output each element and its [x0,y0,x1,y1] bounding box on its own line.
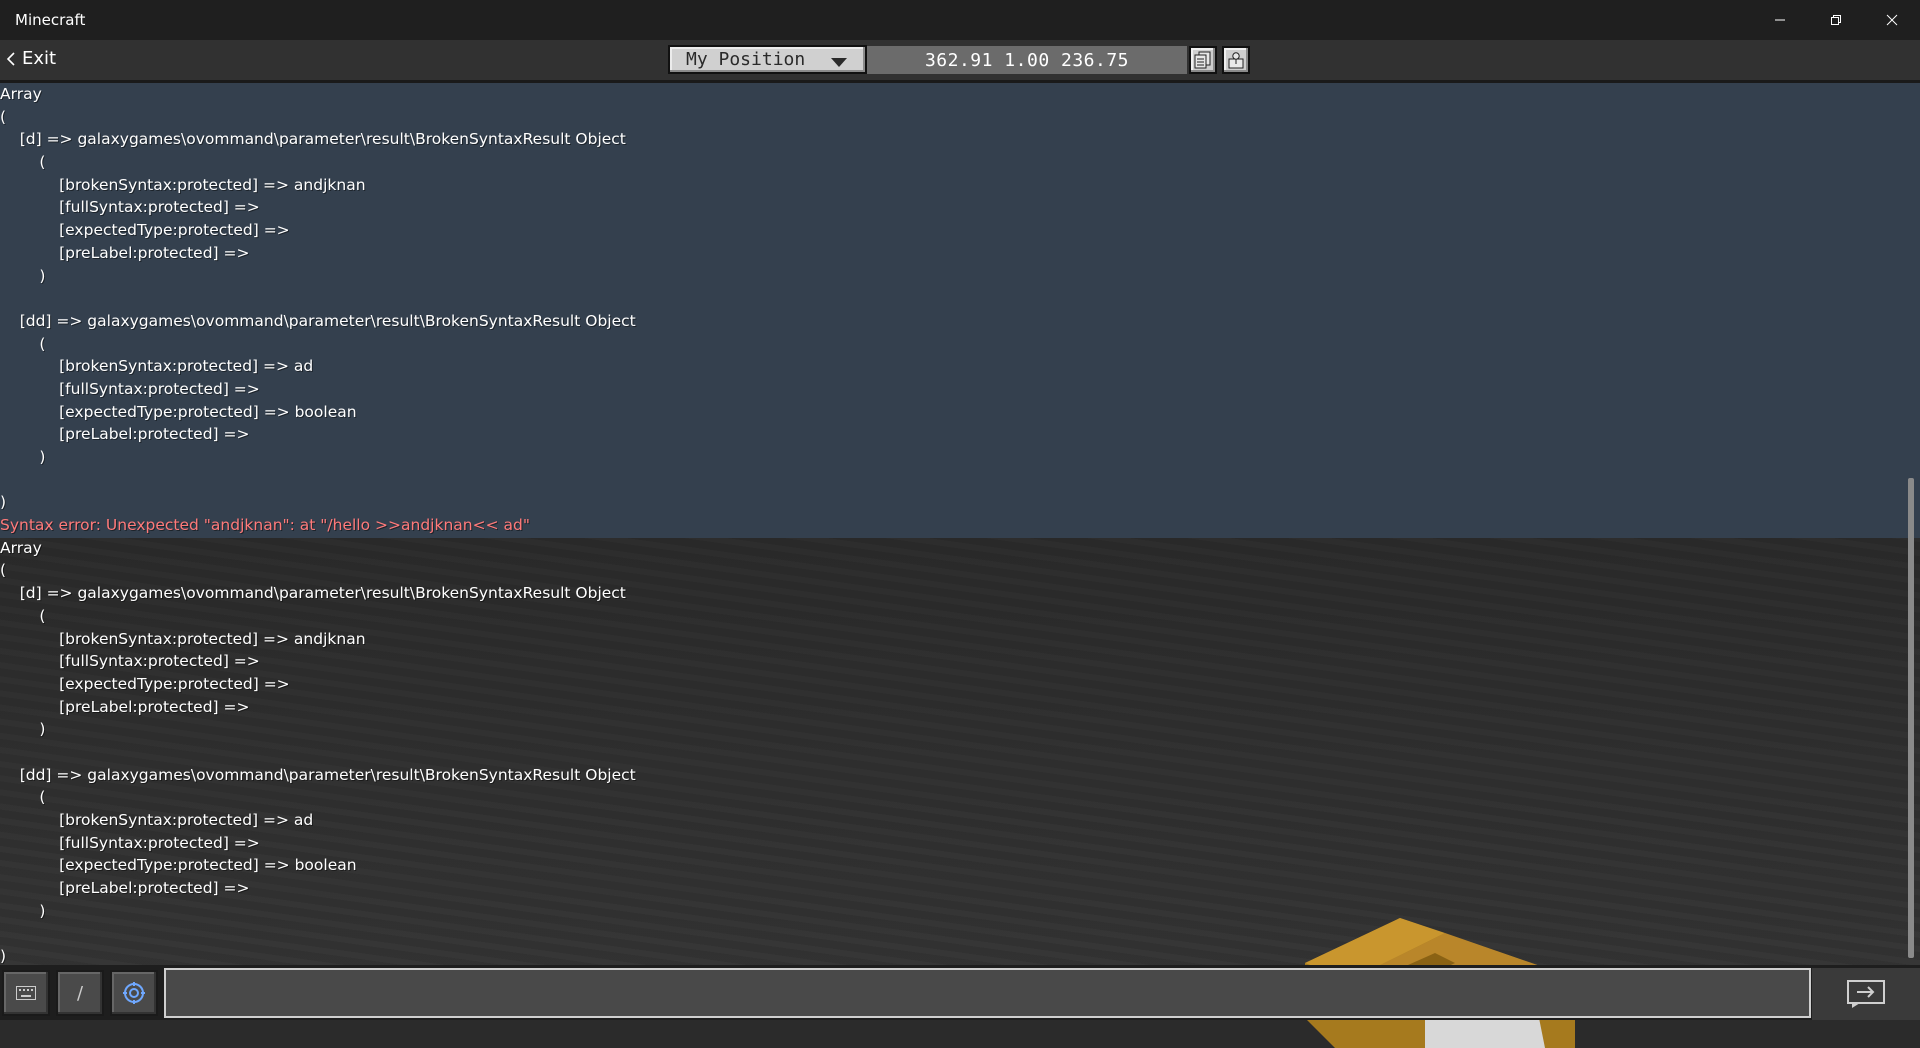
restore-icon [1831,15,1841,25]
chat-line: [brokenSyntax:protected] => andjknan [0,629,366,648]
position-dropdown-label: My Position [686,49,806,70]
chat-line [0,741,1905,764]
send-icon [1847,980,1885,1008]
restore-button[interactable] [1808,0,1864,40]
chat-line: [fullSyntax:protected] => [0,379,260,398]
send-button[interactable] [1812,968,1920,1020]
chat-error-line: Syntax error: Unexpected "andjknan": at … [0,516,530,535]
chat-line: [d] => galaxygames\ovommand\parameter\re… [0,130,626,149]
chat-line: ( [0,788,46,807]
chat-input-bar: / [0,965,1920,1020]
chat-line: [dd] => galaxygames\ovommand\parameter\r… [0,311,636,330]
chat-scrollbar[interactable] [1908,478,1914,958]
keyboard-button[interactable] [2,970,50,1016]
chat-line: ( [0,153,46,172]
minimize-icon [1775,19,1785,21]
close-icon [1886,14,1898,26]
minimize-button[interactable] [1752,0,1808,40]
chat-line: [brokenSyntax:protected] => andjknan [0,175,366,194]
exit-label: Exit [22,48,57,69]
chat-line: ) [0,720,46,739]
slash-label: / [76,982,84,1004]
chat-line: [expectedType:protected] => boolean [0,402,357,421]
chat-line: [fullSyntax:protected] => [0,833,260,852]
chat-line: ( [0,334,46,353]
teleport-icon [1228,52,1244,69]
coordinates-readout: 362.91 1.00 236.75 [867,46,1187,74]
exit-button[interactable]: Exit [6,48,56,69]
chat-line: ) [0,448,46,466]
chat-line: [dd] => galaxygames\ovommand\parameter\r… [0,765,636,784]
teleport-button[interactable] [1222,46,1250,74]
chat-line: [expectedType:protected] => [0,221,290,240]
window-controls [1752,0,1920,40]
chat-line: [preLabel:protected] => [0,697,250,716]
settings-icon [123,982,145,1004]
copy-coordinates-button[interactable] [1189,46,1217,74]
chat-line: [brokenSyntax:protected] => ad [0,357,314,376]
slash-command-button[interactable]: / [56,970,104,1016]
chevron-left-icon [6,51,15,66]
chat-line: ( [0,561,7,580]
chat-line: ) [0,493,7,512]
close-button[interactable] [1864,0,1920,40]
chat-line: Array [0,538,42,557]
chat-line: [fullSyntax:protected] => [0,652,260,671]
chat-line: [preLabel:protected] => [0,879,250,898]
chat-line [0,922,1905,945]
copy-icon [1194,51,1211,69]
chat-line: Array [0,85,42,103]
window-titlebar: Minecraft [0,0,1920,40]
chat-line: [expectedType:protected] => [0,674,290,693]
chat-line [0,287,1905,310]
chat-toolbar: Exit My Position 362.91 1.00 236.75 [0,40,1920,83]
settings-button[interactable] [110,970,158,1016]
chat-line: ) [0,901,46,920]
chat-input[interactable] [164,968,1811,1018]
chat-line: [brokenSyntax:protected] => ad [0,811,314,829]
chat-line: ( [0,107,7,126]
chat-line: [fullSyntax:protected] => [0,198,260,217]
chat-line: ) [0,947,7,965]
chat-line: ( [0,606,46,625]
chat-log[interactable]: Array ( [d] => galaxygames\ovommand\param… [0,83,1905,965]
chat-line [0,469,1905,492]
chat-line: [preLabel:protected] => [0,425,250,444]
chat-line: [expectedType:protected] => boolean [0,856,357,875]
keyboard-icon [16,986,36,1000]
chevron-down-icon [831,58,847,67]
chat-line: [d] => galaxygames\ovommand\parameter\re… [0,584,626,603]
chat-line: ) [0,266,46,285]
chat-line: [preLabel:protected] => [0,243,250,262]
position-dropdown[interactable]: My Position [668,45,867,74]
window-title: Minecraft [15,11,86,29]
